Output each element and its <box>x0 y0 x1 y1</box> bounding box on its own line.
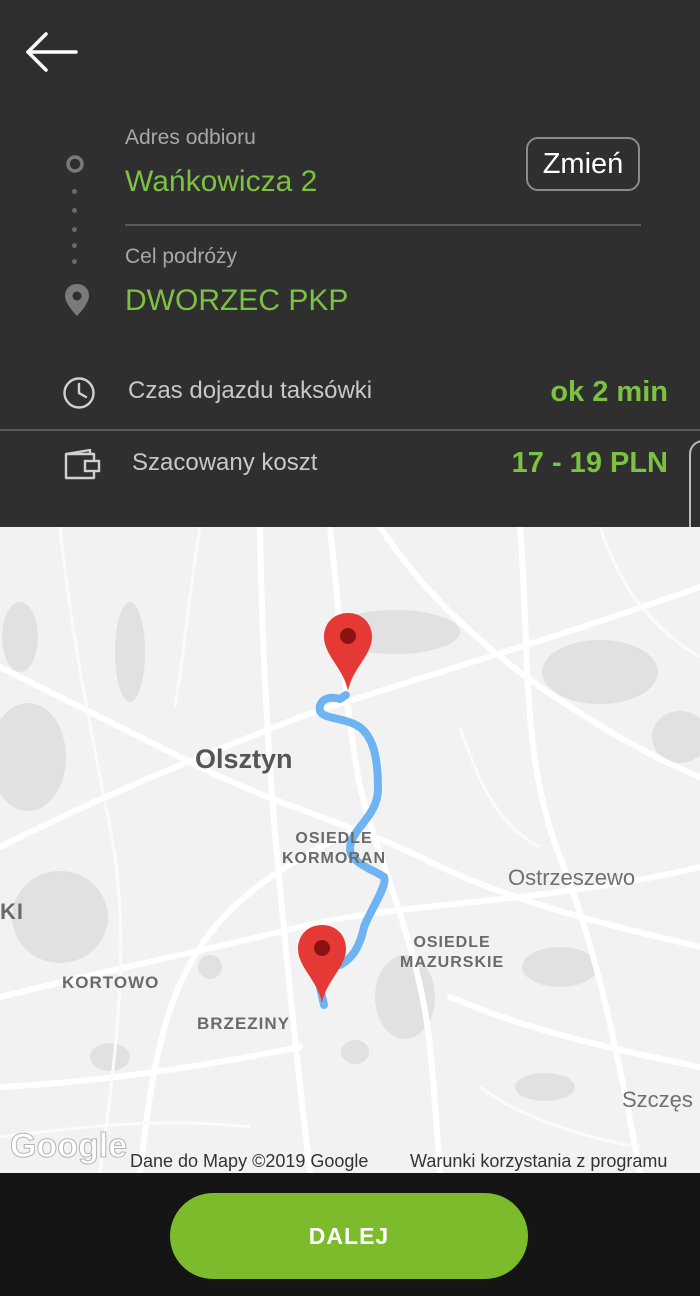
divider <box>0 429 700 431</box>
destination-label: Cel podróży <box>125 245 238 268</box>
map-label-ki: KI <box>0 899 24 924</box>
map-label-osiedle-kormoran: OSIEDLE KORMORAN <box>282 830 386 867</box>
route-dot <box>72 189 77 194</box>
destination-address[interactable]: DWORZEC PKP <box>125 284 348 318</box>
change-pickup-button[interactable]: Zmień <box>526 137 640 191</box>
pickup-address[interactable]: Wańkowicza 2 <box>125 165 317 199</box>
route-dot <box>72 243 77 248</box>
taxi-arrival-label: Czas dojazdu taksówki <box>128 377 373 404</box>
route-dot <box>72 208 77 213</box>
map-label-szczes: Szczęs <box>622 1087 693 1112</box>
back-button[interactable] <box>24 30 80 74</box>
map-label-ostrzeszewo: Ostrzeszewo <box>508 865 636 890</box>
route-map[interactable]: Olsztyn OSIEDLE KORMORAN Ostrzeszewo OSI… <box>0 527 700 1173</box>
map-label-olsztyn: Olsztyn <box>195 744 293 774</box>
trip-summary-panel: Adres odbioru Wańkowicza 2 Zmień Cel pod… <box>0 0 700 527</box>
map-label-kortowo: KORTOWO <box>62 973 160 992</box>
google-logo: Google <box>9 1127 128 1166</box>
map-attribution: Dane do Mapy ©2019 Google <box>130 1151 369 1171</box>
location-pin-icon <box>65 284 89 316</box>
next-button[interactable]: DALEJ <box>170 1193 528 1279</box>
taxi-arrival-value: ok 2 min <box>550 376 668 408</box>
pickup-marker-icon[interactable] <box>296 923 348 1005</box>
route-dot <box>72 227 77 232</box>
map-terms-link[interactable]: Warunki korzystania z programu <box>410 1151 667 1172</box>
footer-bar: DALEJ <box>0 1173 700 1296</box>
wallet-icon <box>64 448 101 480</box>
pickup-label: Adres odbioru <box>125 126 256 149</box>
map-label-brzeziny: BRZEZINY <box>197 1014 290 1033</box>
route-dot <box>72 259 77 264</box>
divider <box>125 224 641 226</box>
clock-icon <box>63 377 95 409</box>
arrow-left-icon <box>26 32 78 72</box>
destination-marker-icon[interactable] <box>322 611 374 693</box>
origin-circle-icon <box>66 155 84 173</box>
estimated-cost-value: 17 - 19 PLN <box>511 447 668 479</box>
estimated-cost-label: Szacowany koszt <box>132 449 318 476</box>
map-label-osiedle-mazurskie: OSIEDLE MAZURSKIE <box>400 934 505 971</box>
